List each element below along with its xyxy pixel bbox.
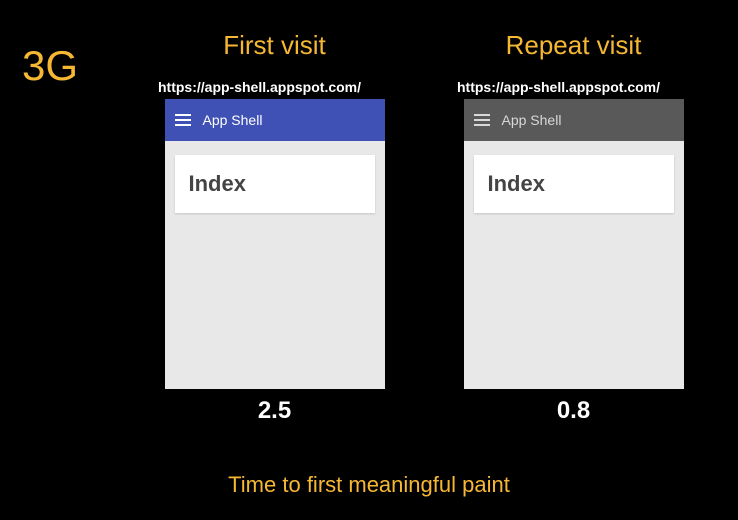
phone-content: Index xyxy=(464,141,684,227)
column-title: Repeat visit xyxy=(506,30,642,61)
phone-mockup: App Shell Index xyxy=(464,99,684,389)
appbar-title: App Shell xyxy=(203,112,263,128)
content-card: Index xyxy=(474,155,674,213)
repeat-visit-column: Repeat visit https://app-shell.appspot.c… xyxy=(429,30,718,425)
comparison-columns: First visit https://app-shell.appspot.co… xyxy=(130,30,718,425)
url-label: https://app-shell.appspot.com/ xyxy=(158,79,361,95)
card-title: Index xyxy=(189,171,361,197)
timing-value: 0.8 xyxy=(557,397,590,425)
hamburger-icon[interactable] xyxy=(474,114,490,126)
hamburger-icon[interactable] xyxy=(175,114,191,126)
timing-value: 2.5 xyxy=(258,397,291,425)
appbar-title: App Shell xyxy=(502,112,562,128)
url-label: https://app-shell.appspot.com/ xyxy=(457,79,660,95)
phone-content: Index xyxy=(165,141,385,227)
app-bar: App Shell xyxy=(165,99,385,141)
column-title: First visit xyxy=(223,30,326,61)
card-title: Index xyxy=(488,171,660,197)
phone-mockup: App Shell Index xyxy=(165,99,385,389)
first-visit-column: First visit https://app-shell.appspot.co… xyxy=(130,30,419,425)
caption: Time to first meaningful paint xyxy=(0,472,738,498)
app-bar: App Shell xyxy=(464,99,684,141)
network-label: 3G xyxy=(22,42,78,90)
content-card: Index xyxy=(175,155,375,213)
